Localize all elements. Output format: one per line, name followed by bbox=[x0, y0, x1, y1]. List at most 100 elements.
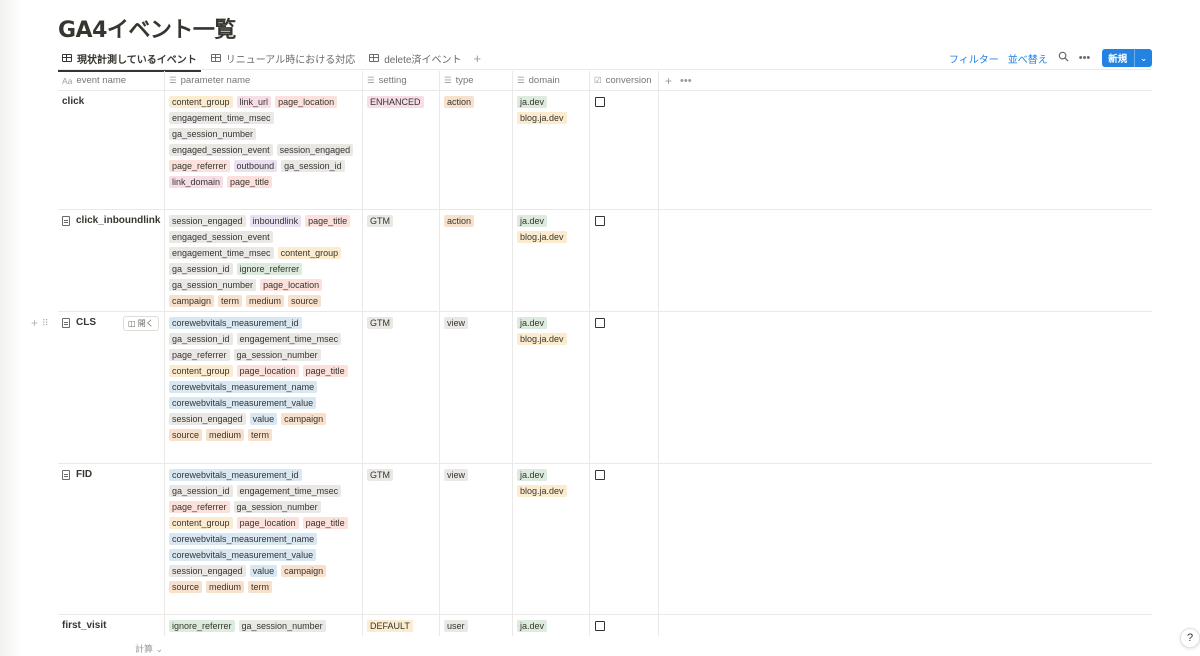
domain-cell[interactable]: ja.dev blog.ja.dev bbox=[513, 210, 590, 311]
table-row[interactable]: click content_group link_url page_location e… bbox=[58, 91, 1152, 210]
add-row-icon[interactable]: + bbox=[31, 316, 38, 330]
select-tag: campaign bbox=[281, 565, 327, 577]
conversion-checkbox[interactable] bbox=[595, 318, 605, 328]
tag-list: GTM bbox=[367, 469, 435, 481]
sort-button[interactable]: 並べ替え bbox=[1008, 51, 1048, 66]
select-tag: corewebvitals_measurement_value bbox=[169, 549, 317, 561]
select-tag: blog.ja.dev bbox=[517, 112, 567, 124]
select-tag: outbound bbox=[233, 160, 278, 172]
tab-deleted-events[interactable]: delete済イベント bbox=[365, 46, 465, 70]
left-edge-shade bbox=[0, 0, 22, 656]
select-tag: ga_session_id bbox=[169, 485, 233, 497]
select-tag: page_referrer bbox=[169, 160, 230, 172]
select-tag: ignore_referrer bbox=[236, 263, 303, 275]
event-name-cell[interactable]: FID bbox=[58, 464, 165, 614]
conversion-cell bbox=[590, 91, 659, 209]
domain-cell[interactable]: ja.dev blog.ja.dev bbox=[513, 312, 590, 463]
select-tag: medium bbox=[206, 429, 245, 441]
conversion-cell bbox=[590, 210, 659, 311]
type-cell[interactable]: action bbox=[440, 91, 513, 209]
select-tag: ga_session_number bbox=[169, 279, 257, 291]
tag-list: ja.dev blog.ja.dev bbox=[517, 469, 585, 497]
type-cell[interactable]: view bbox=[440, 464, 513, 614]
select-tag: engagement_time_msec bbox=[236, 485, 342, 497]
event-name: FID bbox=[76, 469, 93, 480]
table-row[interactable]: click_inboundlink session_engaged inboundl… bbox=[58, 210, 1152, 312]
conversion-cell bbox=[590, 464, 659, 614]
select-tag: value bbox=[249, 565, 278, 577]
add-property-button[interactable]: + bbox=[659, 71, 672, 90]
domain-cell[interactable]: ja.dev blog.ja.dev bbox=[513, 464, 590, 614]
filter-button[interactable]: フィルター bbox=[949, 51, 999, 66]
multi-select-icon: ☰ bbox=[444, 75, 452, 85]
conversion-checkbox[interactable] bbox=[595, 470, 605, 480]
bottom-fade bbox=[58, 636, 1152, 656]
select-tag: ENHANCED bbox=[367, 96, 424, 108]
table-row[interactable]: FID corewebvitals_measurement_id ga_sessio… bbox=[58, 464, 1152, 615]
select-tag: engagement_time_msec bbox=[236, 333, 342, 345]
empty-cell bbox=[659, 210, 1152, 311]
select-tag: page_title bbox=[305, 215, 351, 227]
event-name-cell[interactable]: CLS ◫ 開く bbox=[58, 312, 165, 463]
parameter-name-cell[interactable]: corewebvitals_measurement_id ga_session_i… bbox=[165, 464, 363, 614]
column-label: type bbox=[455, 75, 474, 86]
select-tag: page_title bbox=[302, 365, 348, 377]
chevron-down-icon[interactable]: ⌄ bbox=[1134, 49, 1152, 67]
column-header-type[interactable]: ☰ type bbox=[440, 71, 513, 90]
select-tag: ga_session_id bbox=[169, 333, 233, 345]
tab-current-events[interactable]: 現状計測しているイベント bbox=[58, 46, 201, 72]
new-button[interactable]: 新規 ⌄ bbox=[1102, 49, 1152, 67]
parameter-name-cell[interactable]: session_engaged inboundlink page_title enga… bbox=[165, 210, 363, 311]
help-button[interactable]: ? bbox=[1180, 628, 1200, 648]
more-icon[interactable]: ••• bbox=[672, 71, 692, 90]
search-icon[interactable] bbox=[1058, 51, 1069, 65]
select-tag: content_group bbox=[169, 96, 233, 108]
column-label: event name bbox=[76, 75, 127, 86]
select-tag: blog.ja.dev bbox=[517, 231, 567, 243]
select-tag: corewebvitals_measurement_name bbox=[169, 533, 318, 545]
calculate-button[interactable]: 計算 ⌄ bbox=[135, 642, 163, 655]
table-header: Aa event name ☰ parameter name ☰ setting… bbox=[58, 71, 1152, 91]
toolbar: フィルター 並べ替え ••• 新規 ⌄ bbox=[940, 48, 1152, 68]
new-button-label: 新規 bbox=[1108, 54, 1128, 65]
conversion-checkbox[interactable] bbox=[595, 621, 605, 631]
select-tag: page_referrer bbox=[169, 349, 230, 361]
column-header-conversion[interactable]: ☑ conversion bbox=[590, 71, 659, 90]
empty-cell bbox=[659, 312, 1152, 463]
parameter-name-cell[interactable]: corewebvitals_measurement_id ga_session_i… bbox=[165, 312, 363, 463]
tab-renewal[interactable]: リニューアル時における対応 bbox=[207, 46, 360, 70]
more-icon[interactable]: ••• bbox=[1079, 52, 1091, 64]
select-tag: ga_session_number bbox=[169, 128, 257, 140]
column-label: setting bbox=[378, 75, 407, 86]
conversion-checkbox[interactable] bbox=[595, 216, 605, 226]
select-tag: page_location bbox=[275, 96, 338, 108]
column-header-event-name[interactable]: Aa event name bbox=[58, 71, 165, 90]
page-icon bbox=[62, 470, 70, 480]
setting-cell[interactable]: GTM bbox=[363, 312, 440, 463]
parameter-name-cell[interactable]: content_group link_url page_location engage… bbox=[165, 91, 363, 209]
open-page-button[interactable]: ◫ 開く bbox=[123, 316, 159, 331]
select-tag: content_group bbox=[169, 517, 233, 529]
type-cell[interactable]: view bbox=[440, 312, 513, 463]
type-cell[interactable]: action bbox=[440, 210, 513, 311]
column-header-domain[interactable]: ☰ domain bbox=[513, 71, 590, 90]
setting-cell[interactable]: GTM bbox=[363, 210, 440, 311]
page-title: GA4イベント一覧 bbox=[58, 18, 236, 43]
select-tag: ja.dev bbox=[517, 215, 548, 227]
conversion-checkbox[interactable] bbox=[595, 97, 605, 107]
event-name-cell[interactable]: click bbox=[58, 91, 165, 209]
setting-cell[interactable]: ENHANCED bbox=[363, 91, 440, 209]
select-tag: page_location bbox=[260, 279, 323, 291]
select-tag: GTM bbox=[367, 215, 393, 227]
row-handle[interactable]: + ⠿ bbox=[31, 316, 49, 330]
select-tag: page_title bbox=[227, 176, 273, 188]
event-name-cell[interactable]: click_inboundlink bbox=[58, 210, 165, 311]
select-tag: source bbox=[288, 295, 322, 307]
setting-cell[interactable]: GTM bbox=[363, 464, 440, 614]
table-row[interactable]: CLS ◫ 開く corewebvitals_measurement_id ga_se… bbox=[31, 312, 1152, 464]
domain-cell[interactable]: ja.dev blog.ja.dev bbox=[513, 91, 590, 209]
drag-handle-icon[interactable]: ⠿ bbox=[42, 318, 49, 329]
column-header-parameter-name[interactable]: ☰ parameter name bbox=[165, 71, 363, 90]
column-header-setting[interactable]: ☰ setting bbox=[363, 71, 440, 90]
add-view-button[interactable]: + bbox=[473, 51, 481, 66]
